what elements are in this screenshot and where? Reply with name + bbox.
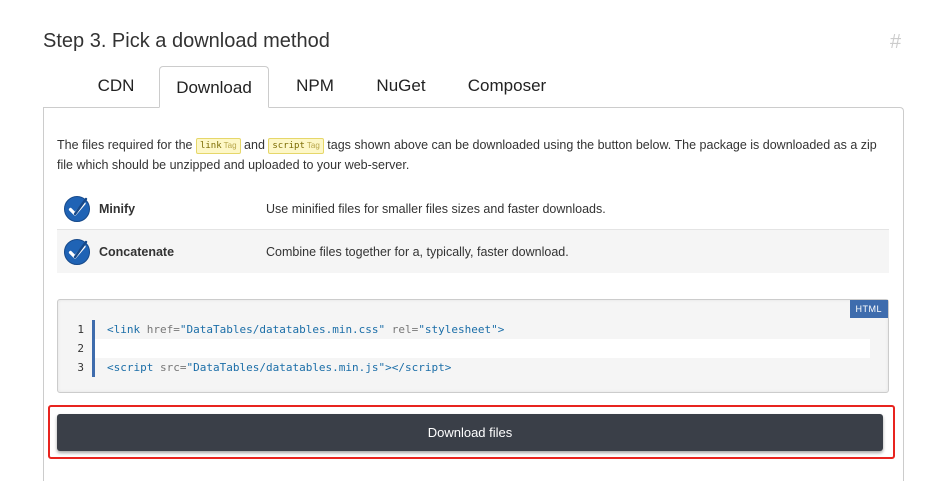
download-description: The files required for the link Tag and s… <box>57 135 893 175</box>
tag-chip-label: Tag <box>306 141 320 150</box>
code-attr: rel= <box>385 323 419 336</box>
code-tag: > <box>444 361 452 374</box>
code-line: 3 <script src="DataTables/datatables.min… <box>58 358 888 377</box>
code-tag: <link <box>107 323 141 336</box>
code-tag: <script <box>107 361 154 374</box>
download-options: Minify Use minified files for smaller fi… <box>57 189 889 273</box>
code-string: "stylesheet" <box>418 323 498 336</box>
code-attr: href= <box>140 323 180 336</box>
link-tag-chip: link Tag <box>195 138 241 154</box>
check-circle-icon[interactable] <box>63 195 91 223</box>
code-string: "DataTables/datatables.min.js" <box>186 361 386 374</box>
line-number: 2 <box>58 339 95 358</box>
code-line: 2 <box>58 339 888 358</box>
code-string: "DataTables/datatables.min.css" <box>179 323 386 336</box>
code-tag: > <box>497 323 505 336</box>
option-description: Use minified files for smaller files siz… <box>266 202 606 216</box>
line-content <box>95 339 870 358</box>
script-tag-chip: script Tag <box>268 138 324 154</box>
download-files-button[interactable]: Download files <box>57 414 883 451</box>
tab-cdn[interactable]: CDN <box>73 66 159 108</box>
code-snippet[interactable]: HTML 1 <link href="DataTables/datatables… <box>57 299 889 393</box>
line-number: 1 <box>58 320 95 339</box>
option-description: Combine files together for a, typically,… <box>266 244 569 259</box>
line-content: <script src="DataTables/datatables.min.j… <box>95 358 888 377</box>
line-content: <link href="DataTables/datatables.min.cs… <box>95 320 888 339</box>
code-lines: 1 <link href="DataTables/datatables.min.… <box>58 320 888 377</box>
code-attr: src= <box>153 361 187 374</box>
tab-nuget[interactable]: NuGet <box>361 66 441 108</box>
language-badge: HTML <box>849 300 888 318</box>
code-tag: ></ <box>385 361 406 374</box>
description-text: and <box>240 138 269 152</box>
page-title: Step 3. Pick a download method <box>43 30 330 52</box>
code-line: 1 <link href="DataTables/datatables.min.… <box>58 320 888 339</box>
tab-download[interactable]: Download <box>159 66 269 108</box>
anchor-link[interactable]: # <box>890 31 901 54</box>
tag-chip-label: Tag <box>223 141 237 150</box>
download-method-tabs: CDN Download NPM NuGet Composer <box>73 66 573 108</box>
option-name: Minify <box>99 202 136 216</box>
check-circle-icon[interactable] <box>63 238 91 266</box>
tag-chip-code: script <box>272 141 305 151</box>
description-text: The files required for the <box>57 138 196 152</box>
line-number: 3 <box>58 358 95 377</box>
option-name: Concatenate <box>99 244 175 259</box>
tab-composer[interactable]: Composer <box>441 66 573 108</box>
tab-npm[interactable]: NPM <box>269 66 361 108</box>
option-row-concatenate[interactable]: Concatenate Combine files together for a… <box>57 230 889 273</box>
tag-chip-code: link <box>199 141 222 151</box>
code-tag: script <box>405 361 445 374</box>
option-row-minify[interactable]: Minify Use minified files for smaller fi… <box>57 189 889 230</box>
download-panel: The files required for the link Tag and s… <box>43 107 904 481</box>
